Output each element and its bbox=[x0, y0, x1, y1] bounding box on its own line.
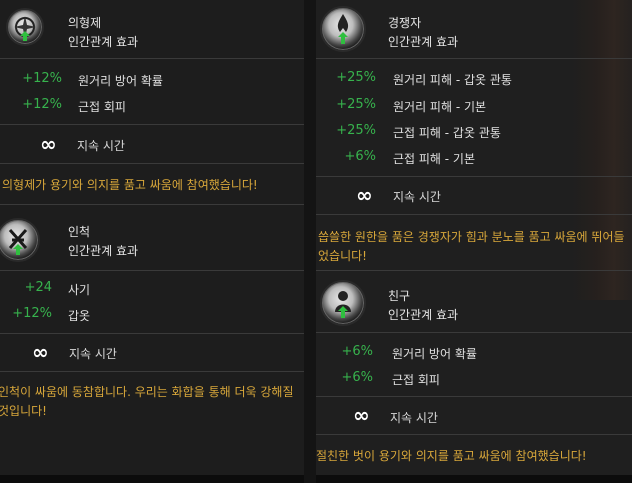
divider bbox=[0, 204, 304, 205]
duration-label: 지속 시간 bbox=[393, 190, 441, 204]
divider bbox=[0, 270, 304, 271]
bottom-edge bbox=[316, 475, 632, 483]
bottom-edge bbox=[0, 475, 304, 483]
stat-label: 원거리 방어 확률 bbox=[392, 347, 477, 361]
flavor-text: 의형제가 용기와 의지를 품고 싸움에 참여했습니다! bbox=[2, 178, 258, 192]
stat-value: +24 bbox=[24, 280, 52, 295]
stat-label: 원거리 피해 - 갑옷 관통 bbox=[393, 73, 512, 87]
flavor-text: 씁쓸한 원한을 품은 경쟁자가 힘과 분노를 품고 싸움에 뛰어들었습니다! bbox=[318, 230, 625, 263]
stat-value: +12% bbox=[12, 306, 52, 321]
stat-value: +6% bbox=[344, 149, 376, 164]
effect-type: 인간관계 효과 bbox=[68, 35, 139, 49]
effect-type: 인간관계 효과 bbox=[68, 244, 139, 258]
duration-label: 지속 시간 bbox=[77, 139, 125, 153]
card-name: 경쟁자 bbox=[388, 16, 422, 30]
divider bbox=[0, 163, 304, 164]
stat-value: +12% bbox=[22, 97, 62, 112]
card-name: 친구 bbox=[388, 289, 411, 303]
companion-emblem-icon bbox=[320, 280, 366, 326]
infinity-icon: ∞ bbox=[353, 403, 370, 427]
stat-label: 근접 피해 - 기본 bbox=[393, 152, 476, 166]
stat-label: 원거리 방어 확률 bbox=[78, 74, 163, 88]
flame-emblem-icon bbox=[320, 6, 366, 52]
flavor-text: 절친한 벗이 용기와 의지를 품고 싸움에 참여했습니다! bbox=[316, 449, 587, 463]
divider bbox=[316, 176, 632, 177]
infinity-icon: ∞ bbox=[40, 132, 57, 156]
stat-label: 근접 피해 - 갑옷 관통 bbox=[393, 126, 501, 140]
flavor-text: 인척이 싸움에 동참합니다. 우리는 화합을 통해 더욱 강해질 것입니다! bbox=[0, 385, 294, 418]
divider bbox=[316, 214, 632, 215]
divider bbox=[316, 58, 632, 59]
stat-value: +6% bbox=[341, 370, 373, 385]
right-tooltip-panel: 경쟁자 인간관계 효과 +25% 원거리 피해 - 갑옷 관통 +25% 원거리… bbox=[316, 0, 632, 483]
stat-value: +12% bbox=[22, 71, 62, 86]
rune-emblem-icon bbox=[0, 218, 40, 262]
stat-value: +25% bbox=[336, 123, 376, 138]
infinity-icon: ∞ bbox=[356, 183, 373, 207]
divider bbox=[0, 124, 304, 125]
divider bbox=[316, 396, 632, 397]
stat-value: +25% bbox=[336, 97, 376, 112]
stat-value: +25% bbox=[336, 70, 376, 85]
stat-label: 원거리 피해 - 기본 bbox=[393, 100, 487, 114]
effect-type: 인간관계 효과 bbox=[388, 35, 459, 49]
stat-label: 근접 회피 bbox=[392, 373, 440, 387]
divider bbox=[0, 58, 304, 59]
effect-type: 인간관계 효과 bbox=[388, 308, 459, 322]
divider bbox=[316, 434, 632, 435]
divider bbox=[0, 333, 304, 334]
card-name: 의형제 bbox=[68, 16, 102, 30]
duration-label: 지속 시간 bbox=[390, 411, 438, 425]
stat-label: 갑옷 bbox=[68, 309, 91, 323]
duration-label: 지속 시간 bbox=[69, 347, 117, 361]
compass-emblem-icon bbox=[6, 8, 44, 46]
left-tooltip-panel: 의형제 인간관계 효과 +12% 원거리 방어 확률 +12% 근접 회피 ∞ … bbox=[0, 0, 304, 483]
infinity-icon: ∞ bbox=[32, 340, 49, 364]
card-name: 인척 bbox=[68, 225, 91, 239]
divider bbox=[0, 371, 304, 372]
stat-label: 근접 회피 bbox=[78, 100, 126, 114]
divider bbox=[316, 270, 632, 271]
divider bbox=[316, 332, 632, 333]
stat-label: 사기 bbox=[68, 283, 91, 297]
stat-value: +6% bbox=[341, 344, 373, 359]
